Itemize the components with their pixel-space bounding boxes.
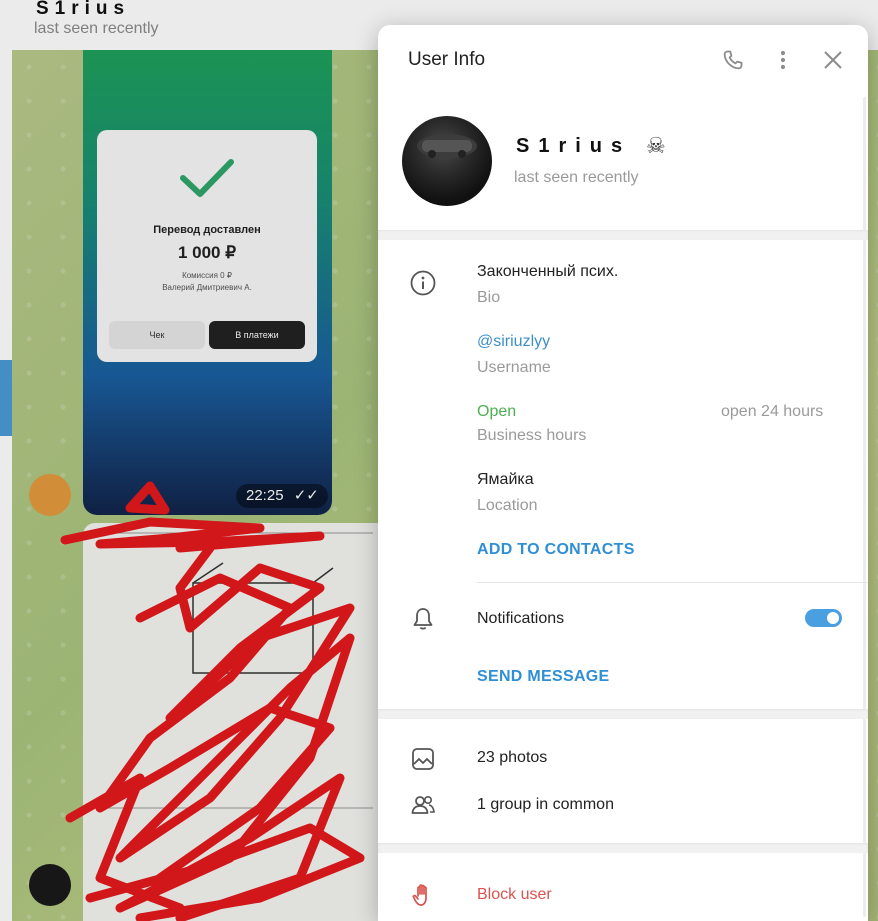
bell-icon bbox=[413, 608, 433, 630]
more-vertical-icon[interactable] bbox=[771, 48, 795, 72]
business-hours-detail: open 24 hours bbox=[721, 403, 824, 420]
photos-count[interactable]: 23 photos bbox=[477, 749, 547, 767]
photo-icon bbox=[412, 748, 434, 770]
profile-name: S1rius bbox=[516, 135, 632, 157]
add-to-contacts-button[interactable]: ADD TO CONTACTS bbox=[477, 541, 635, 559]
business-hours-status[interactable]: Open bbox=[477, 403, 516, 421]
user-info-panel: User Info S1rius ☠ last seen recently За… bbox=[378, 25, 868, 921]
toggle-knob bbox=[825, 610, 841, 626]
section-separator bbox=[378, 230, 868, 240]
username-value[interactable]: @siriuzlyy bbox=[477, 333, 550, 351]
notifications-toggle[interactable] bbox=[805, 609, 842, 627]
avatar-photo bbox=[417, 134, 477, 158]
profile-avatar[interactable] bbox=[402, 116, 492, 206]
bio-label: Bio bbox=[477, 289, 501, 306]
emoji-icon: ☠ bbox=[646, 133, 666, 158]
panel-header: User Info bbox=[378, 25, 868, 95]
send-message-button[interactable]: SEND MESSAGE bbox=[477, 668, 610, 686]
profile-status: last seen recently bbox=[514, 169, 639, 186]
profile-section: S1rius ☠ last seen recently bbox=[378, 95, 868, 231]
info-icon bbox=[410, 270, 436, 296]
hand-stop-icon bbox=[412, 884, 427, 906]
block-user-button[interactable]: Block user bbox=[477, 886, 552, 904]
location-label: Location bbox=[477, 497, 538, 514]
section-separator bbox=[378, 709, 868, 719]
section-separator bbox=[378, 843, 868, 853]
location-value[interactable]: Ямайка bbox=[477, 471, 534, 489]
bio-value: Законченный псих. bbox=[477, 263, 619, 280]
groups-in-common[interactable]: 1 group in common bbox=[477, 796, 614, 814]
business-hours-label: Business hours bbox=[477, 427, 587, 444]
divider bbox=[477, 582, 868, 583]
close-icon[interactable] bbox=[821, 48, 845, 72]
panel-title: User Info bbox=[408, 49, 486, 70]
group-icon bbox=[411, 796, 435, 814]
phone-icon[interactable] bbox=[721, 48, 745, 72]
notifications-label: Notifications bbox=[477, 610, 565, 627]
username-label: Username bbox=[477, 359, 551, 376]
